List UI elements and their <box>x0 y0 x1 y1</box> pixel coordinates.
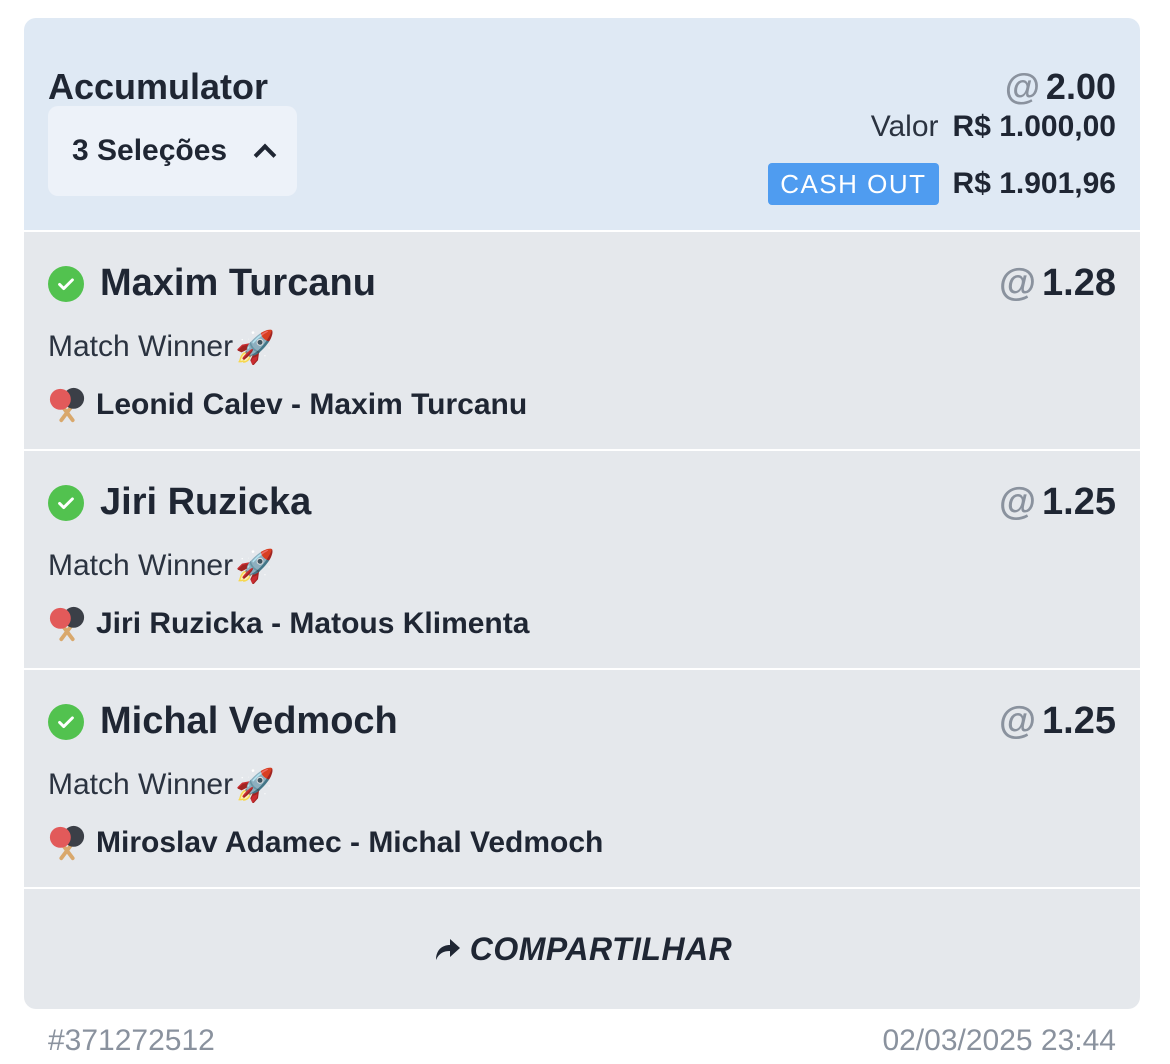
bet-header: Accumulator @2.00 3 Seleções Valor R$ 1.… <box>24 18 1140 230</box>
share-arrow-icon <box>435 939 460 960</box>
selection-event: Jiri Ruzicka - Matous Klimenta <box>48 605 529 643</box>
bet-type-title: Accumulator <box>48 66 269 107</box>
cashout-badge[interactable]: CASH OUT <box>768 163 939 205</box>
selections-count-label: 3 Seleções <box>72 134 228 167</box>
event-matchup: Miroslav Adamec - Michal Vedmoch <box>96 826 604 859</box>
selections-toggle-button[interactable]: 3 Seleções <box>48 106 297 196</box>
total-odds-value: 2.00 <box>1045 66 1116 107</box>
selection-item: Maxim Turcanu @1.28 Match Winner 🚀 Leonid… <box>24 232 1140 449</box>
bet-footer: #371272512 02/03/2025 23:44 <box>48 1024 1116 1058</box>
selection-odds-value: 1.25 <box>1042 481 1116 523</box>
selection-event: Leonid Calev - Maxim Turcanu <box>48 386 527 424</box>
selection-name-row: Maxim Turcanu <box>48 262 376 305</box>
selection-odds: @1.25 <box>999 700 1116 743</box>
selection-odds: @1.28 <box>999 262 1116 305</box>
selection-name: Maxim Turcanu <box>100 262 376 304</box>
share-label: COMPARTILHAR <box>469 930 733 967</box>
selection-name: Michal Vedmoch <box>100 700 398 742</box>
cashout-amount: R$ 1.901,96 <box>952 167 1116 200</box>
ping-pong-icon <box>48 824 86 862</box>
selection-name: Jiri Ruzicka <box>100 481 312 523</box>
at-symbol: @ <box>998 481 1037 523</box>
check-circle-icon <box>48 265 84 302</box>
selection-odds-value: 1.28 <box>1042 262 1116 304</box>
stake-row: Valor R$ 1.000,00 <box>871 110 1116 144</box>
check-circle-icon <box>48 703 84 740</box>
check-circle-icon <box>48 484 84 521</box>
selection-market: Match Winner 🚀 <box>48 328 275 366</box>
market-label: Match Winner <box>48 768 234 801</box>
event-matchup: Leonid Calev - Maxim Turcanu <box>96 388 528 421</box>
selection-name-row: Michal Vedmoch <box>48 700 398 743</box>
stake-amount: R$ 1.000,00 <box>952 110 1116 143</box>
market-label: Match Winner <box>48 549 234 582</box>
rocket-icon: 🚀 <box>235 329 275 365</box>
selection-item: Jiri Ruzicka @1.25 Match Winner 🚀 Jiri Ru… <box>24 451 1140 668</box>
selection-market: Match Winner 🚀 <box>48 547 275 585</box>
total-odds: @2.00 <box>1005 66 1116 108</box>
ping-pong-icon <box>48 605 86 643</box>
market-label: Match Winner <box>48 330 234 363</box>
cashout-row: CASH OUT R$ 1.901,96 <box>768 163 1116 205</box>
bet-card: Accumulator @2.00 3 Seleções Valor R$ 1.… <box>24 18 1140 1009</box>
ping-pong-icon <box>48 386 86 424</box>
rocket-icon: 🚀 <box>235 548 275 584</box>
at-symbol: @ <box>998 700 1037 742</box>
event-matchup: Jiri Ruzicka - Matous Klimenta <box>96 607 530 640</box>
bet-id: #371272512 <box>48 1024 215 1057</box>
rocket-icon: 🚀 <box>235 767 275 803</box>
selection-market: Match Winner 🚀 <box>48 766 275 804</box>
selection-event: Miroslav Adamec - Michal Vedmoch <box>48 824 603 862</box>
chevron-up-icon <box>253 143 277 167</box>
selection-odds-value: 1.25 <box>1042 700 1116 742</box>
selection-item: Michal Vedmoch @1.25 Match Winner 🚀 Miros… <box>24 670 1140 887</box>
selection-name-row: Jiri Ruzicka <box>48 481 311 524</box>
share-button[interactable]: COMPARTILHAR <box>24 889 1140 1009</box>
bet-datetime: 02/03/2025 23:44 <box>882 1024 1116 1057</box>
stake-label: Valor <box>870 110 939 143</box>
selection-odds: @1.25 <box>999 481 1116 524</box>
at-symbol: @ <box>1004 66 1040 107</box>
at-symbol: @ <box>998 262 1037 304</box>
